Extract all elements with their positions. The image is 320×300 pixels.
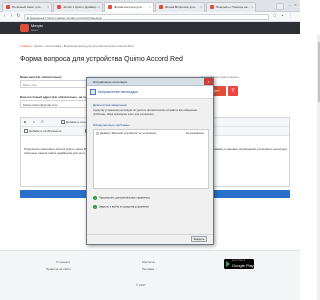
site-footer: О проекте Контакты Правила на сайте Рекл… [0, 250, 300, 300]
link-icon [61, 120, 65, 125]
dialog-divider [87, 234, 213, 235]
footer-ads-link[interactable]: Реклама [142, 267, 154, 271]
problem-icon [96, 132, 99, 135]
footer-about-link[interactable]: О проекте [56, 260, 70, 264]
browser-tab[interactable]: Форма Вопросов для... × [155, 2, 205, 12]
footer-contacts-link[interactable]: Контакты [142, 260, 155, 264]
close-icon[interactable]: × [251, 5, 253, 9]
dialog-titlebar: Исправление неполадок [87, 78, 213, 86]
browser-tab-active[interactable]: Форма вопроса для... × [104, 2, 154, 12]
close-icon[interactable]: × [47, 5, 49, 9]
arrow-right-icon: → [93, 205, 97, 209]
logo-icon[interactable] [20, 24, 29, 32]
extension-icon[interactable]: ▪ [280, 14, 285, 19]
more-options-link[interactable]: → Просмотреть дополнительные параметры [93, 196, 150, 200]
close-icon[interactable]: × [98, 5, 100, 9]
footer-copyright: © 2017 [136, 283, 146, 287]
troubleshooter-dialog: Исправление неполадок × Исправление непо… [86, 77, 214, 245]
url-input[interactable]: ■Надежный | https://market.yandex.ru/pro… [24, 14, 269, 20]
yandex-login-button[interactable]: Y [228, 86, 238, 96]
dialog-section-title: Диагностика завершена [93, 103, 127, 107]
site-header: Мегум маркет [0, 22, 300, 34]
browser-tab-bar: Полезный пакет для... × Jomsk 1 Quimo дра… [0, 0, 300, 12]
close-troubleshooter-link[interactable]: → Закрыть и выйти из средства устранения [93, 205, 149, 209]
new-tab-button[interactable] [276, 3, 284, 10]
favicon-icon [57, 5, 61, 10]
editor-content-right: Программа установки, Необходимо установи… [207, 147, 287, 151]
minimize-icon[interactable]: – [287, 2, 292, 7]
italic-icon[interactable]: ≡ [33, 120, 35, 124]
list-icon[interactable]: ☰ [41, 120, 44, 124]
close-icon[interactable]: × [149, 5, 151, 9]
problem-row[interactable]: Драйвер "Bluetooth-устройство" не устано… [96, 132, 206, 135]
close-window-icon[interactable]: × [293, 2, 298, 7]
logo-text[interactable]: Мегум [31, 24, 43, 28]
scrollbar-thumb[interactable] [317, 42, 320, 102]
menu-icon[interactable]: ⋮ [288, 14, 293, 19]
dialog-close-icon[interactable]: × [204, 78, 213, 85]
dialog-description: Средству устранения неполадок не удалось… [93, 109, 198, 116]
browser-tab[interactable]: Jomsk 1 Quimo драйвер... × [53, 2, 103, 12]
favicon-icon [159, 5, 163, 10]
google-play-badge[interactable]: ДОСТУПНО В Google Play [224, 259, 254, 269]
browser-tab[interactable]: Notepad++ Помощь на... × [206, 2, 256, 12]
logo-subtitle: маркет [31, 29, 40, 32]
troubleshoot-icon [90, 89, 96, 95]
lock-icon: ■ [27, 15, 29, 20]
page-title: Форма вопроса для устройства Quimo Accor… [20, 56, 183, 63]
breadcrumb-rest: › Quimo › Accord Red › Форма вопроса для… [32, 44, 134, 48]
problem-status: Не исправлено [185, 132, 204, 135]
arrow-right-icon: → [93, 196, 97, 200]
browser-tab[interactable]: Полезный пакет для... × [2, 2, 52, 12]
favicon-icon [6, 5, 10, 10]
problems-list: Драйвер "Bluetooth-устройство" не устано… [93, 129, 209, 189]
favicon-icon [210, 5, 214, 10]
star-icon[interactable]: ☆ [272, 14, 277, 19]
footer-rules-link[interactable]: Правила на сайте [46, 267, 71, 271]
play-icon [226, 261, 230, 267]
reload-icon[interactable]: ↻ [16, 14, 21, 19]
dialog-close-button[interactable]: Закрыть [191, 236, 207, 242]
close-icon[interactable]: × [200, 5, 202, 9]
name-label: Ваше имя (Не обязательно): [20, 75, 63, 79]
dialog-problems-title: Обнаруженные проблемы [93, 123, 130, 127]
breadcrumb: Главная › Quimo › Accord Red › Форма воп… [20, 44, 134, 48]
image-icon [24, 129, 28, 134]
forward-icon[interactable]: › [9, 14, 14, 19]
dialog-header: Исправление неполадок [87, 86, 213, 99]
breadcrumb-home[interactable]: Главная [20, 44, 31, 48]
bold-button[interactable]: B [24, 120, 26, 124]
back-icon[interactable]: ‹ [2, 14, 7, 19]
add-image-button[interactable]: Добавить изображение [24, 129, 62, 134]
address-bar: ‹ › ↻ ■Надежный | https://market.yandex.… [0, 12, 300, 22]
favicon-icon [108, 5, 112, 10]
